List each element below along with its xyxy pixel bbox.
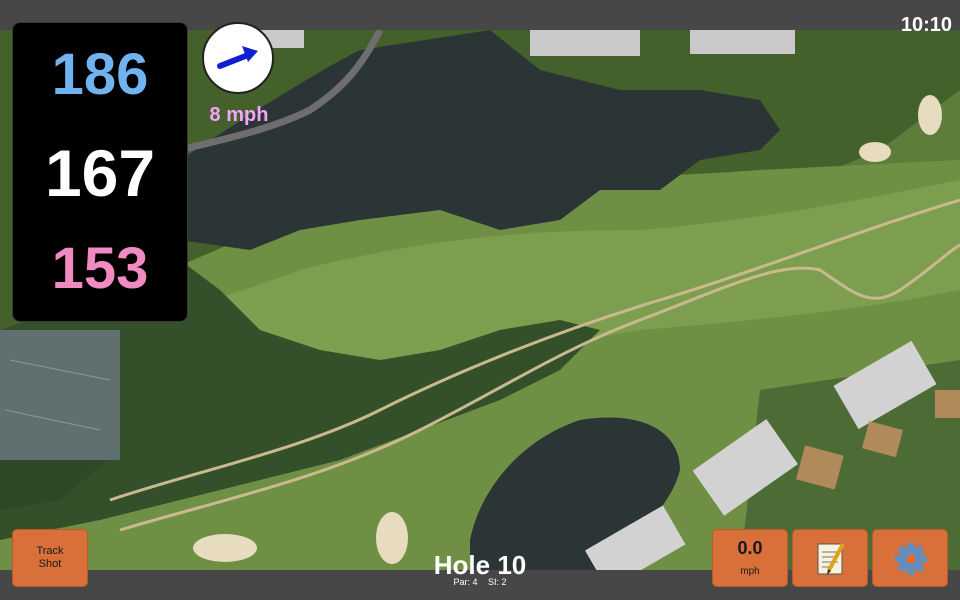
wind-indicator[interactable] <box>202 22 274 94</box>
back-distance: 186 <box>51 42 149 107</box>
wind-speed-button[interactable]: 0.0 mph <box>712 529 788 587</box>
notes-button[interactable] <box>792 529 868 587</box>
settings-button[interactable] <box>872 529 948 587</box>
wind-speed-label: 8 mph <box>209 104 269 126</box>
clock: 10:10 <box>900 14 952 36</box>
distance-panel: 186 167 153 <box>12 22 188 322</box>
center-distance: 167 <box>44 136 156 210</box>
wind-direction-arrow-icon <box>217 46 258 69</box>
hole-meta: Par: 4 SI: 2 <box>380 577 580 587</box>
hole-par: Par: 4 <box>453 577 478 587</box>
gear-icon <box>895 543 927 575</box>
track-shot-button[interactable]: Track Shot <box>12 529 88 587</box>
wind-speed-value: 0.0 <box>737 538 763 558</box>
notepad-icon <box>817 543 845 575</box>
hole-stroke-index: SI: 2 <box>488 577 507 587</box>
front-distance: 153 <box>51 236 149 301</box>
wind-speed-unit: mph <box>740 566 760 577</box>
track-shot-label: Track Shot <box>36 545 64 570</box>
